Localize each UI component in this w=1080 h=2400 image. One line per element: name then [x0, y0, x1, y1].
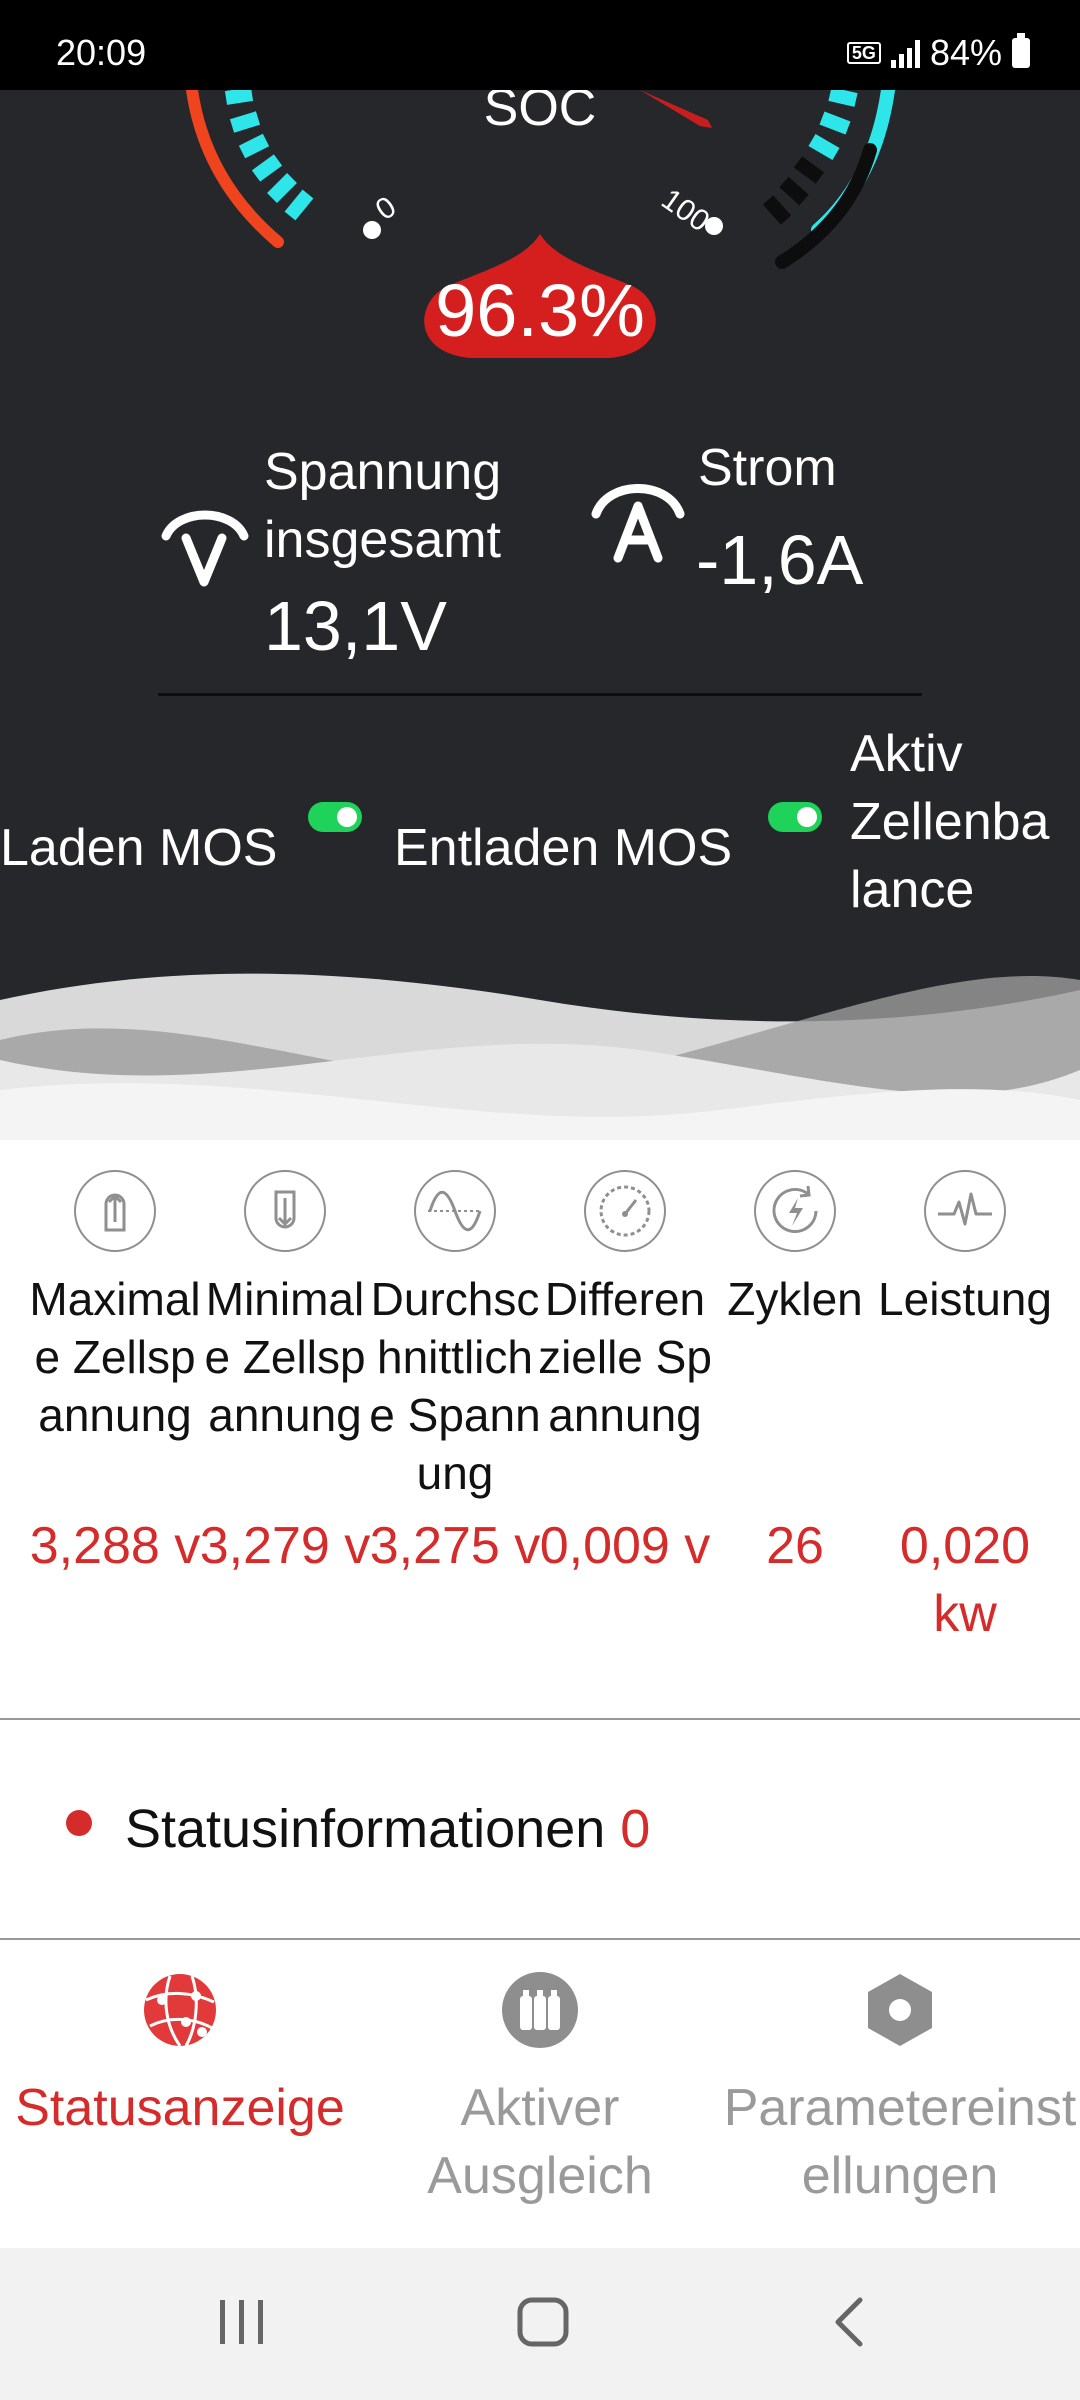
- battery-percent: 84%: [929, 32, 1002, 73]
- nav-parameter-settings[interactable]: Parametereinstellungen: [720, 1940, 1080, 2248]
- metric-value: 0,009 v: [539, 1517, 711, 1575]
- metric-value: 3,279 v: [199, 1517, 371, 1575]
- soc-value: 96.3%: [435, 269, 645, 352]
- signal-icon: [890, 38, 920, 68]
- current-icon: [591, 484, 685, 563]
- cycle-bolt-icon: [754, 1170, 836, 1252]
- discharge-mos-toggle[interactable]: [768, 802, 822, 832]
- active-balance-label[interactable]: Aktiv Zellenba lance: [850, 720, 1049, 924]
- nav-status-display[interactable]: Statusanzeige: [0, 1940, 360, 2248]
- arrow-down-icon: [244, 1170, 326, 1252]
- current-value: -1,6A: [696, 521, 864, 599]
- status-info-label: Statusinformationen 0: [125, 1798, 650, 1860]
- home-icon[interactable]: [514, 2292, 574, 2352]
- soc-label: SOC: [483, 90, 597, 137]
- metric-name: Durchschnittliche Spannung: [369, 1273, 541, 1499]
- bottom-navigation: Statusanzeige Aktiver Ausgleich Paramete…: [0, 1940, 1080, 2248]
- voltage-label-line2: insgesamt: [264, 511, 501, 569]
- voltage-value: 13,1V: [264, 587, 447, 665]
- metric-name: Leistung: [878, 1273, 1052, 1325]
- status-icons: 5G 84%: [846, 32, 1030, 74]
- metric-value: 3,288 v: [29, 1517, 201, 1575]
- battery-icon: [1012, 33, 1030, 68]
- decorative-waves: [0, 973, 1080, 1140]
- nav-label: Aktiver Ausgleich: [427, 2079, 653, 2205]
- recent-apps-icon[interactable]: [214, 2292, 270, 2352]
- metric-value: 0,020 kw: [899, 1517, 1031, 1643]
- back-icon[interactable]: [824, 2292, 874, 2352]
- discharge-mos-label: Entladen MOS: [394, 819, 733, 877]
- status-info-text: Statusinformationen: [125, 1799, 606, 1859]
- status-dot-icon: [66, 1810, 92, 1836]
- charge-mos-label: Laden MOS: [0, 819, 278, 877]
- metric-value: 3,275 v: [369, 1517, 541, 1575]
- globe-network-icon: [144, 1974, 216, 2047]
- clock: 20:09: [56, 32, 147, 73]
- voltage-label: Spannung insgesamt: [264, 438, 501, 574]
- divider: [158, 693, 922, 696]
- metrics-grid: Maximale Zellspannung 3,288 v Minimale Z…: [0, 1140, 1080, 1720]
- pulse-icon: [924, 1170, 1006, 1252]
- network-5g-icon: 5G: [846, 42, 881, 64]
- battery-cells-icon: [502, 1972, 578, 2048]
- hexagon-settings-icon: [868, 1974, 932, 2046]
- voltage-label-line1: Spannung: [264, 443, 502, 501]
- metric-name: Zyklen: [727, 1273, 863, 1325]
- charge-mos-toggle[interactable]: [308, 802, 362, 832]
- battery-overview: SOC 0 100 96.3% Spannung insgesamt 13,1V…: [0, 90, 1080, 1140]
- status-info-count: 0: [620, 1799, 651, 1859]
- nav-label: Statusanzeige: [15, 2079, 345, 2137]
- metric-name: Maximale Zellspannung: [29, 1273, 201, 1441]
- gauge-icon: [584, 1170, 666, 1252]
- balance-line3: lance: [850, 861, 975, 919]
- voltage-icon: [161, 510, 249, 587]
- balance-line2: Zellenba: [850, 793, 1050, 851]
- metric-value: 26: [766, 1517, 824, 1575]
- status-bar: 20:09 5G 84%: [0, 0, 1080, 90]
- status-info-row[interactable]: Statusinformationen 0: [0, 1720, 1080, 1938]
- metric-name: Differenzielle Spannung: [538, 1273, 712, 1441]
- current-label: Strom: [698, 439, 837, 497]
- system-navigation-bar: [0, 2248, 1080, 2400]
- arrow-up-icon: [74, 1170, 156, 1252]
- metric-name: Minimale Zellspannung: [204, 1273, 366, 1441]
- sine-wave-icon: [414, 1170, 496, 1252]
- balance-line1: Aktiv: [850, 725, 963, 783]
- nav-active-balance[interactable]: Aktiver Ausgleich: [360, 1940, 720, 2248]
- nav-label: Parametereinstellungen: [723, 2079, 1077, 2205]
